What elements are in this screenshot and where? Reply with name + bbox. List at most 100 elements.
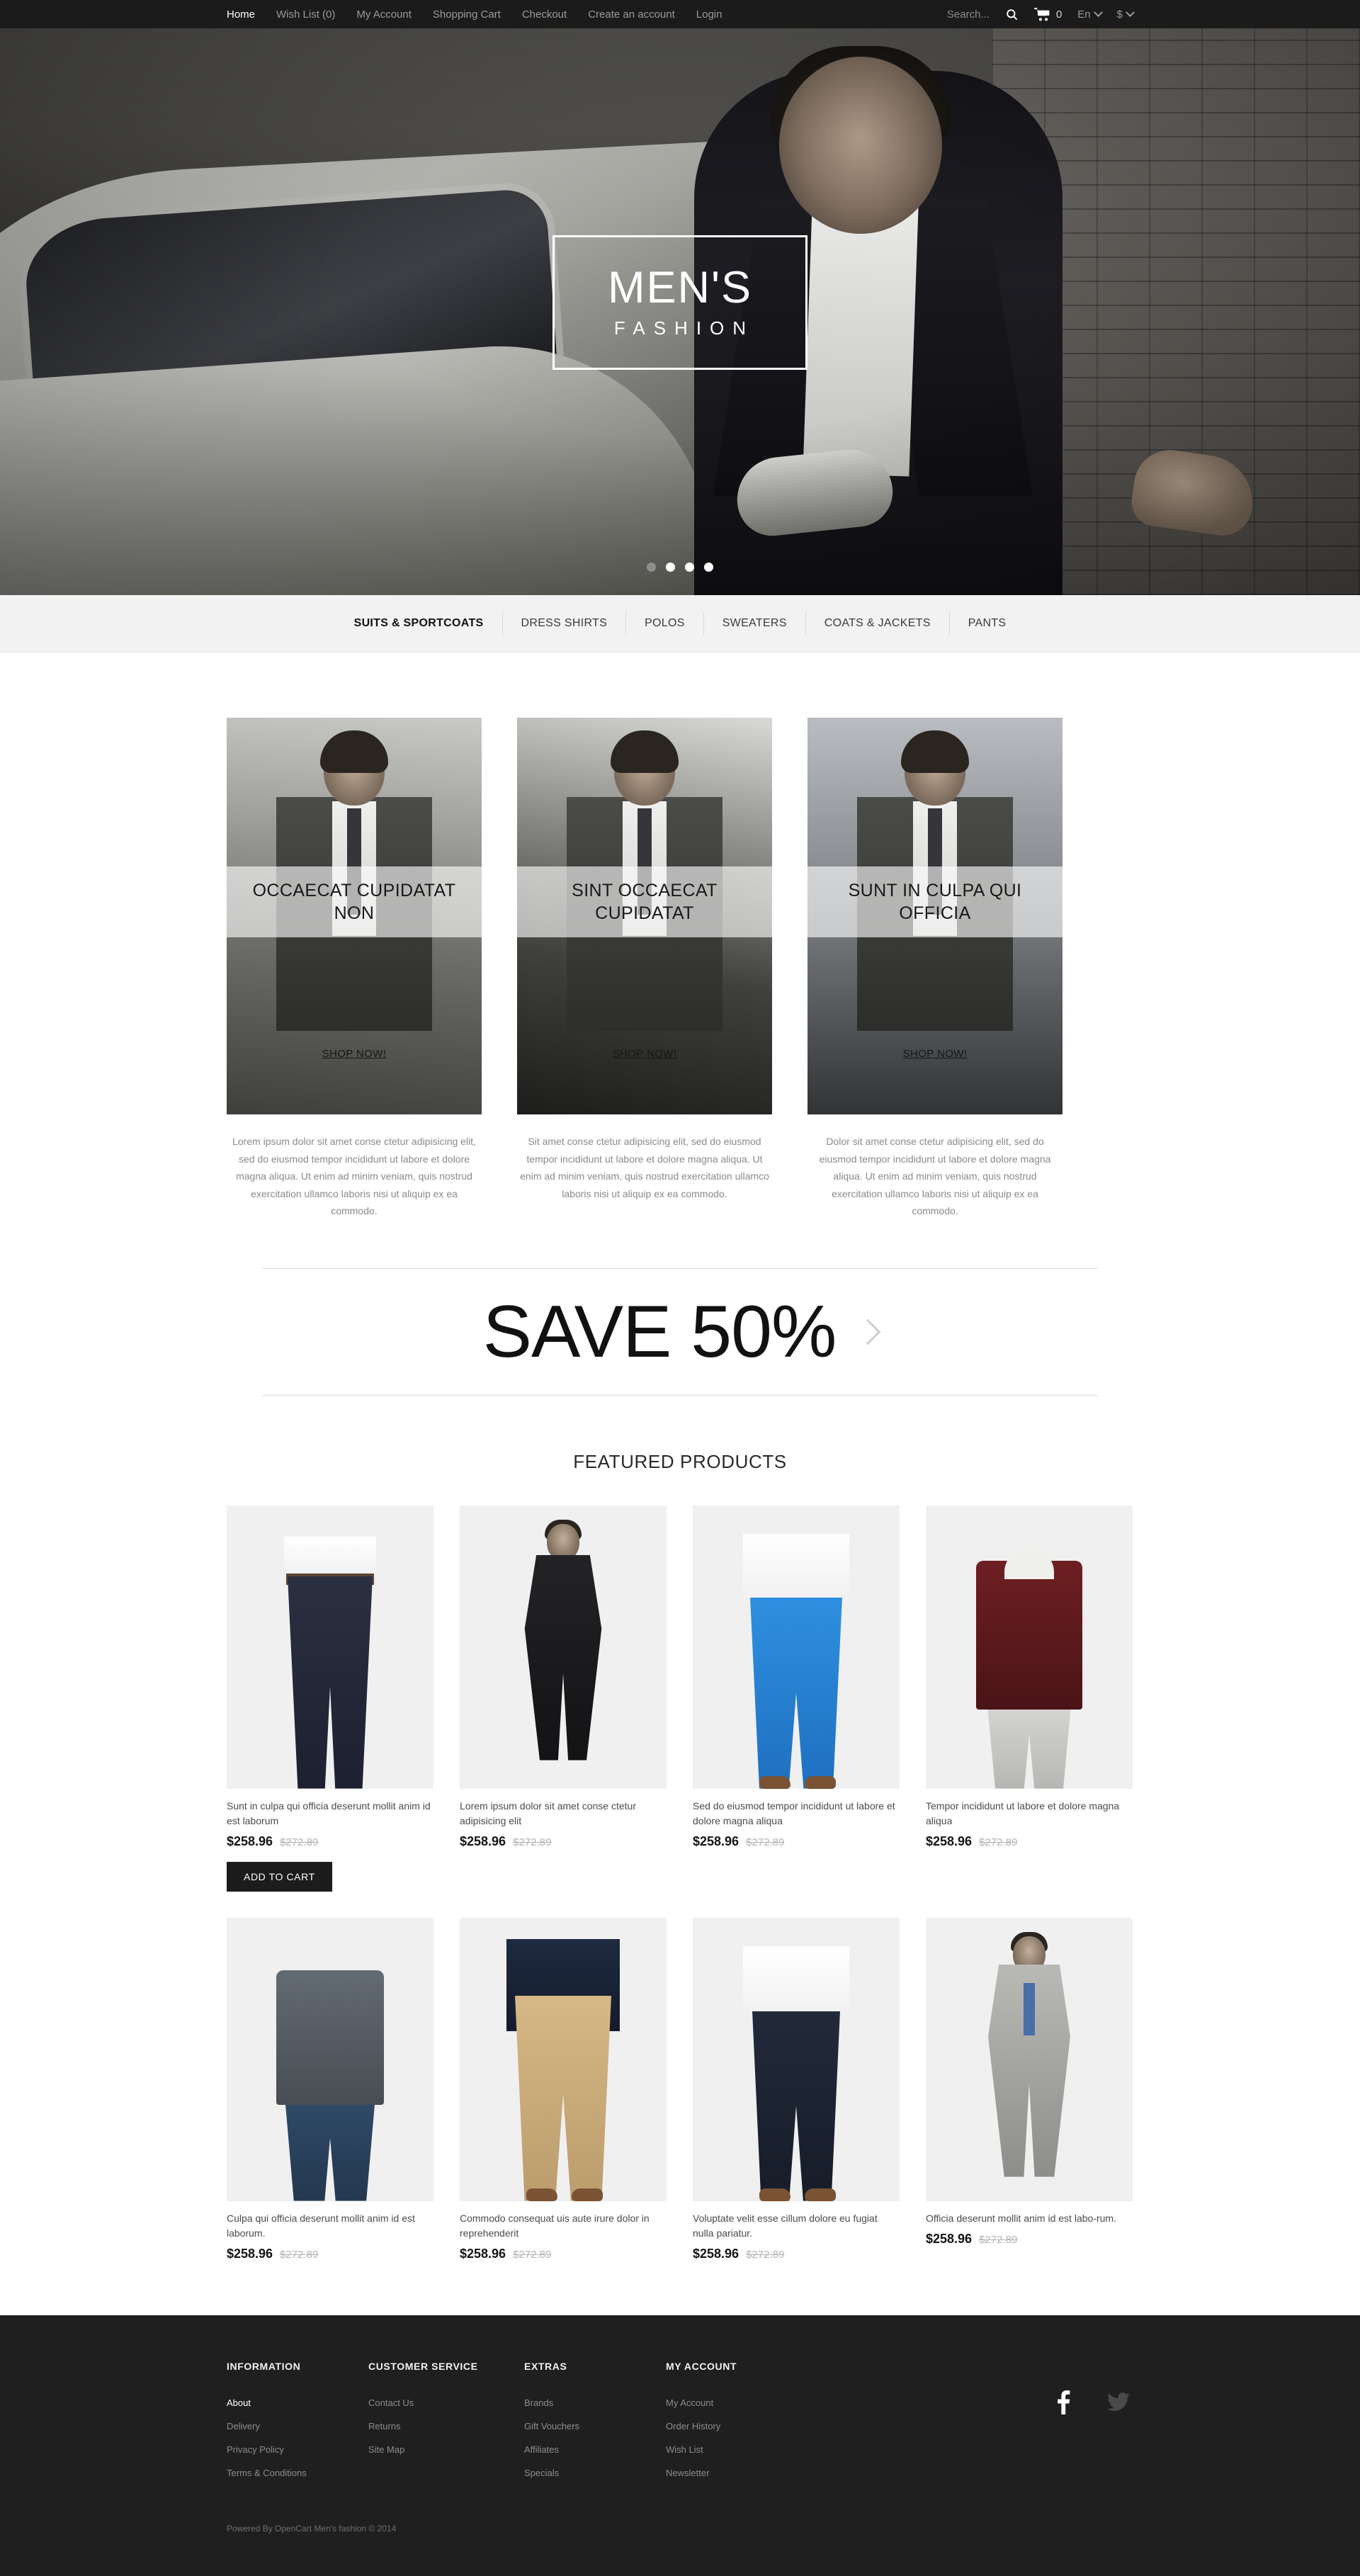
footer-link-1-0[interactable]: Contact Us [368,2397,524,2408]
promo-image-0[interactable]: OCCAECAT CUPIDATAT NON SHOP NOW! [227,718,482,1114]
chevron-down-icon [1126,7,1135,17]
slider-dot-4[interactable] [704,563,713,572]
category-item-2[interactable]: POLOS [626,611,704,635]
footer-link-0-0[interactable]: About [227,2397,368,2408]
hero-slider[interactable]: MEN'S FASHION [0,28,1360,595]
top-nav-link-0[interactable]: Home [227,9,255,21]
footer-link-0-1[interactable]: Delivery [227,2421,368,2431]
slider-dot-2[interactable] [666,563,675,572]
featured-products-title: FEATURED PRODUCTS [573,1450,787,1472]
product-price-new-7: $258.96 [926,2231,973,2246]
product-name-3[interactable]: Tempor incididunt ut labore et dolore ma… [926,1799,1133,1829]
facebook-icon[interactable] [1051,2390,1075,2414]
footer-link-3-1[interactable]: Order History [666,2421,808,2431]
product-name-6[interactable]: Voluptate velit esse cillum dolore eu fu… [693,2211,900,2241]
promo-image-1[interactable]: SINT OCCAECAT CUPIDATAT SHOP NOW! [517,718,772,1114]
product-price-old-7: $272.89 [979,2233,1018,2246]
category-item-5[interactable]: PANTS [950,611,1025,635]
promo-caption-0: OCCAECAT CUPIDATAT NON [227,866,482,937]
category-item-3[interactable]: SWEATERS [704,611,806,635]
footer-column-1: CUSTOMER SERVICE Contact Us Returns Site Ma… [368,2361,524,2491]
product-grid: Sunt in culpa qui officia deserunt molli… [227,1505,1133,2261]
top-nav-link-5[interactable]: Create an account [588,9,675,21]
footer-link-3-0[interactable]: My Account [666,2397,808,2408]
top-nav-link-2[interactable]: My Account [356,9,412,21]
product-price-4: $258.96 $272.89 [227,2247,434,2261]
product-price-old-3: $272.89 [979,1836,1018,1848]
product-price-1: $258.96 $272.89 [460,1834,667,1849]
product-image-6[interactable] [693,1917,900,2201]
product-price-old-5: $272.89 [513,2248,552,2261]
footer-link-1-1[interactable]: Returns [368,2421,524,2431]
chevron-down-icon [1093,7,1103,17]
footer-link-2-1[interactable]: Gift Vouchers [524,2421,666,2431]
category-item-4[interactable]: COATS & JACKETS [806,611,950,635]
language-selector[interactable]: En [1077,7,1103,21]
search-input[interactable] [928,8,990,21]
product-price-6: $258.96 $272.89 [693,2247,900,2261]
product-name-4[interactable]: Culpa qui officia deserunt mollit anim i… [227,2211,434,2241]
category-item-1[interactable]: DRESS SHIRTS [503,611,627,635]
product-name-7[interactable]: Officia deserunt mollit anim id est labo… [926,2211,1133,2226]
promo-shop-now-0[interactable]: SHOP NOW! [322,1048,387,1060]
slider-pagination[interactable] [647,563,713,572]
footer-link-3-3[interactable]: Newsletter [666,2468,808,2478]
cart-button[interactable]: 0 [1034,7,1062,21]
promo-shop-now-2[interactable]: SHOP NOW! [903,1048,968,1060]
slider-dot-1[interactable] [647,563,656,572]
twitter-icon[interactable] [1106,2390,1130,2414]
language-label: En [1077,8,1091,21]
footer-link-2-3[interactable]: Specials [524,2468,666,2478]
footer-link-3-2[interactable]: Wish List [666,2444,808,2455]
promo-banner-row: OCCAECAT CUPIDATAT NON SHOP NOW! Lorem ips… [227,653,1133,1220]
footer-column-title-3: MY ACCOUNT [666,2360,737,2372]
category-item-0[interactable]: SUITS & SPORTCOATS [336,611,503,635]
footer-link-0-2[interactable]: Privacy Policy [227,2444,368,2455]
product-image-4[interactable] [227,1917,434,2201]
copyright-text: Powered By OpenCart Men's fashion © 2014 [227,2523,397,2533]
product-price-new-3: $258.96 [926,1834,973,1848]
logo-sub-text: FASHION [613,317,755,339]
product-price-7: $258.96 $272.89 [926,2232,1133,2247]
top-nav-link-6[interactable]: Login [696,9,722,21]
product-name-0[interactable]: Sunt in culpa qui officia deserunt molli… [227,1799,434,1829]
footer-link-1-2[interactable]: Site Map [368,2444,524,2455]
search-icon[interactable] [1005,8,1019,21]
product-price-2: $258.96 $272.89 [693,1834,900,1849]
add-to-cart-button-0[interactable]: ADD TO CART [227,1861,332,1892]
currency-selector[interactable]: $ [1117,7,1135,21]
product-name-5[interactable]: Commodo consequat uis aute irure dolor i… [460,2211,667,2241]
footer-link-2-2[interactable]: Affiliates [524,2444,666,2455]
product-price-new-5: $258.96 [460,2246,506,2261]
top-nav-link-3[interactable]: Shopping Cart [433,9,501,21]
footer-link-0-3[interactable]: Terms & Conditions [227,2468,368,2478]
product-image-1[interactable] [460,1505,667,1789]
footer-column-title-2: EXTRAS [524,2360,567,2372]
product-name-2[interactable]: Sed do eiusmod tempor incididunt ut labo… [693,1799,900,1829]
footer-column-title-1: CUSTOMER SERVICE [368,2360,478,2372]
product-image-2[interactable] [693,1505,900,1789]
product-image-0[interactable] [227,1505,434,1789]
footer-column-title-0: INFORMATION [227,2360,301,2372]
footer-column-2: EXTRAS Brands Gift Vouchers Affiliates Speci… [524,2361,666,2491]
top-nav-link-4[interactable]: Checkout [522,9,567,21]
product-name-1[interactable]: Lorem ipsum dolor sit amet conse ctetur … [460,1799,667,1829]
site-logo: MEN'S FASHION [552,235,808,370]
promo-shop-now-1[interactable]: SHOP NOW! [613,1048,677,1060]
product-price-old-6: $272.89 [746,2248,785,2261]
search-field-wrapper[interactable] [928,8,990,21]
product-price-old-4: $272.89 [280,2248,319,2261]
product-image-5[interactable] [460,1917,667,2201]
top-nav-link-1[interactable]: Wish List (0) [276,9,335,21]
product-image-3[interactable] [926,1505,1133,1789]
top-navigation: Home Wish List (0) My Account Shopping Cart… [227,9,722,21]
footer-link-2-0[interactable]: Brands [524,2397,666,2408]
slider-dot-3[interactable] [685,563,694,572]
promo-image-2[interactable]: SUNT IN CULPA QUI OFFICIA SHOP NOW! [808,718,1062,1114]
product-image-7[interactable] [926,1917,1133,2201]
chevron-right-icon[interactable] [855,1318,881,1345]
save-banner[interactable]: SAVE 50% [262,1267,1098,1396]
social-links [1051,2390,1130,2414]
product-price-5: $258.96 $272.89 [460,2247,667,2261]
footer-column-3: MY ACCOUNT My Account Order History Wish Li… [666,2361,808,2491]
